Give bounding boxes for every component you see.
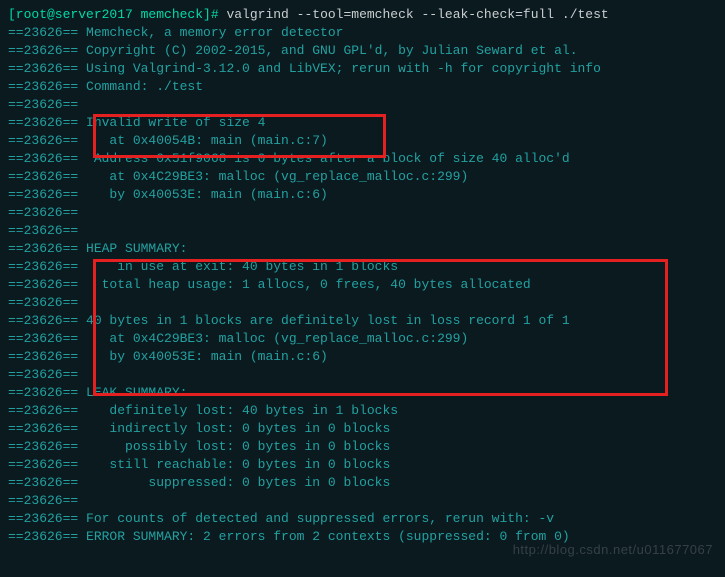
line-text: total heap usage: 1 allocs, 0 frees, 40 … [78, 277, 530, 292]
line-text: Invalid write of size 4 [78, 115, 265, 130]
pid-prefix: ==23626== [8, 493, 78, 508]
output-line: ==23626== suppressed: 0 bytes in 0 block… [8, 474, 717, 492]
pid-prefix: ==23626== [8, 25, 78, 40]
output-line: ==23626== Memcheck, a memory error detec… [8, 24, 717, 42]
output-line: ==23626== in use at exit: 40 bytes in 1 … [8, 258, 717, 276]
output-line: ==23626== at 0x4C29BE3: malloc (vg_repla… [8, 168, 717, 186]
line-text: Copyright (C) 2002-2015, and GNU GPL'd, … [78, 43, 577, 58]
pid-prefix: ==23626== [8, 133, 78, 148]
output-line: ==23626== [8, 294, 717, 312]
pid-prefix: ==23626== [8, 331, 78, 346]
output-line: ==23626== Command: ./test [8, 78, 717, 96]
output-line: ==23626== still reachable: 0 bytes in 0 … [8, 456, 717, 474]
pid-prefix: ==23626== [8, 79, 78, 94]
line-text: still reachable: 0 bytes in 0 blocks [78, 457, 390, 472]
output-line: ==23626== [8, 366, 717, 384]
line-text: by 0x40053E: main (main.c:6) [78, 349, 328, 364]
output-line: ==23626== indirectly lost: 0 bytes in 0 … [8, 420, 717, 438]
line-text: HEAP SUMMARY: [78, 241, 187, 256]
line-text: at 0x40054B: main (main.c:7) [78, 133, 328, 148]
output-line: ==23626== at 0x40054B: main (main.c:7) [8, 132, 717, 150]
line-text: ERROR SUMMARY: 2 errors from 2 contexts … [78, 529, 569, 544]
output-line: ==23626== HEAP SUMMARY: [8, 240, 717, 258]
pid-prefix: ==23626== [8, 295, 78, 310]
line-text: at 0x4C29BE3: malloc (vg_replace_malloc.… [78, 169, 468, 184]
prompt-line: [root@server2017 memcheck]# valgrind --t… [8, 6, 717, 24]
pid-prefix: ==23626== [8, 421, 78, 436]
line-text: suppressed: 0 bytes in 0 blocks [78, 475, 390, 490]
line-text: For counts of detected and suppressed er… [78, 511, 554, 526]
pid-prefix: ==23626== [8, 169, 78, 184]
line-text: LEAK SUMMARY: [78, 385, 187, 400]
pid-prefix: ==23626== [8, 529, 78, 544]
output-line: ==23626== [8, 222, 717, 240]
output-line: ==23626== 40 bytes in 1 blocks are defin… [8, 312, 717, 330]
line-text: Command: ./test [78, 79, 203, 94]
line-text: definitely lost: 40 bytes in 1 blocks [78, 403, 398, 418]
pid-prefix: ==23626== [8, 313, 78, 328]
pid-prefix: ==23626== [8, 277, 78, 292]
pid-prefix: ==23626== [8, 259, 78, 274]
output-line: ==23626== Invalid write of size 4 [8, 114, 717, 132]
terminal-output: [root@server2017 memcheck]# valgrind --t… [8, 6, 717, 546]
output-line: ==23626== [8, 492, 717, 510]
pid-prefix: ==23626== [8, 241, 78, 256]
output-line: ==23626== [8, 204, 717, 222]
pid-prefix: ==23626== [8, 367, 78, 382]
line-text: indirectly lost: 0 bytes in 0 blocks [78, 421, 390, 436]
line-text: by 0x40053E: main (main.c:6) [78, 187, 328, 202]
output-line: ==23626== definitely lost: 40 bytes in 1… [8, 402, 717, 420]
output-line: ==23626== LEAK SUMMARY: [8, 384, 717, 402]
output-line: ==23626== For counts of detected and sup… [8, 510, 717, 528]
output-line: ==23626== by 0x40053E: main (main.c:6) [8, 186, 717, 204]
pid-prefix: ==23626== [8, 61, 78, 76]
line-text: possibly lost: 0 bytes in 0 blocks [78, 439, 390, 454]
line-text: Address 0x51f9068 is 0 bytes after a blo… [78, 151, 569, 166]
pid-prefix: ==23626== [8, 349, 78, 364]
line-text: in use at exit: 40 bytes in 1 blocks [78, 259, 398, 274]
pid-prefix: ==23626== [8, 439, 78, 454]
pid-prefix: ==23626== [8, 385, 78, 400]
pid-prefix: ==23626== [8, 43, 78, 58]
pid-prefix: ==23626== [8, 475, 78, 490]
prompt-user-host: [root@server2017 memcheck]# [8, 7, 219, 22]
pid-prefix: ==23626== [8, 457, 78, 472]
output-line: ==23626== total heap usage: 1 allocs, 0 … [8, 276, 717, 294]
output-line: ==23626== Copyright (C) 2002-2015, and G… [8, 42, 717, 60]
pid-prefix: ==23626== [8, 205, 78, 220]
output-line: ==23626== Address 0x51f9068 is 0 bytes a… [8, 150, 717, 168]
pid-prefix: ==23626== [8, 187, 78, 202]
pid-prefix: ==23626== [8, 223, 78, 238]
watermark-text: http://blog.csdn.net/u011677067 [513, 541, 713, 559]
line-text: Using Valgrind-3.12.0 and LibVEX; rerun … [78, 61, 601, 76]
output-line: ==23626== possibly lost: 0 bytes in 0 bl… [8, 438, 717, 456]
line-text: 40 bytes in 1 blocks are definitely lost… [78, 313, 569, 328]
output-line: ==23626== [8, 96, 717, 114]
pid-prefix: ==23626== [8, 115, 78, 130]
output-line: ==23626== by 0x40053E: main (main.c:6) [8, 348, 717, 366]
output-line: ==23626== Using Valgrind-3.12.0 and LibV… [8, 60, 717, 78]
line-text: at 0x4C29BE3: malloc (vg_replace_malloc.… [78, 331, 468, 346]
output-line: ==23626== at 0x4C29BE3: malloc (vg_repla… [8, 330, 717, 348]
pid-prefix: ==23626== [8, 97, 78, 112]
pid-prefix: ==23626== [8, 511, 78, 526]
line-text: Memcheck, a memory error detector [78, 25, 343, 40]
pid-prefix: ==23626== [8, 151, 78, 166]
pid-prefix: ==23626== [8, 403, 78, 418]
prompt-command: valgrind --tool=memcheck --leak-check=fu… [226, 7, 608, 22]
